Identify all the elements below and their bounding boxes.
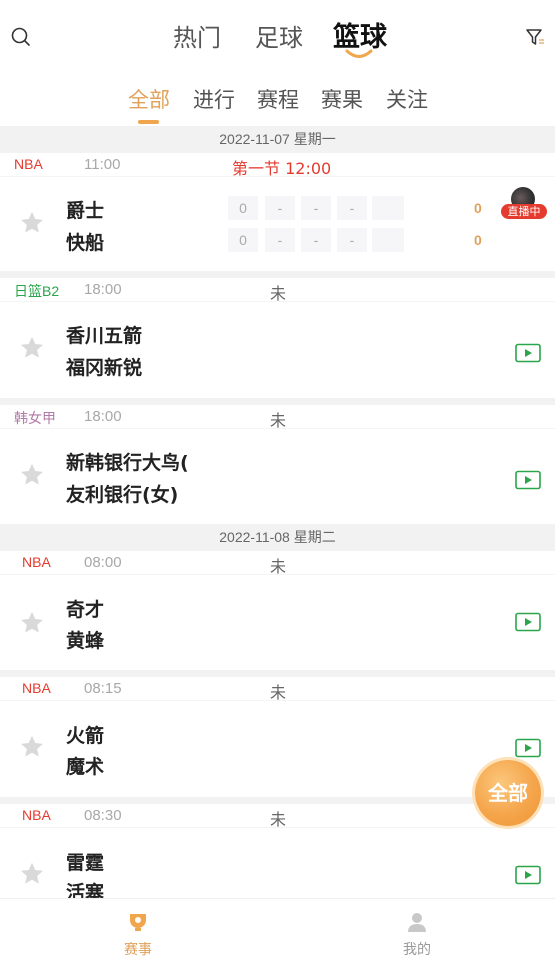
score-q1: 0 bbox=[228, 196, 258, 220]
match-status: 未 bbox=[270, 810, 287, 829]
league-label: NBA bbox=[22, 680, 51, 696]
match-time: 08:00 bbox=[84, 554, 122, 571]
favorite-star-icon[interactable] bbox=[18, 209, 46, 237]
filter-icon[interactable] bbox=[524, 26, 546, 48]
nav-matches[interactable]: 赛事 bbox=[88, 911, 188, 959]
home-team: 爵士 bbox=[66, 200, 105, 222]
nav-mine[interactable]: 我的 bbox=[367, 911, 467, 959]
sport-tabs: 热门 足球 篮球 bbox=[0, 14, 555, 64]
nav-label: 我的 bbox=[403, 942, 431, 958]
home-team: 新韩银行大鸟( bbox=[66, 452, 189, 474]
tab-hot[interactable]: 热门 bbox=[173, 18, 221, 53]
score-ot bbox=[372, 228, 404, 252]
match-status: 未 bbox=[270, 284, 287, 303]
live-badge[interactable]: 直播中 bbox=[501, 204, 547, 219]
bottom-nav: 赛事 我的 bbox=[0, 898, 555, 972]
away-team: 黄蜂 bbox=[66, 630, 105, 652]
match-row[interactable]: NBA 08:00 未 奇才 黄蜂 bbox=[0, 551, 555, 677]
top-bar: 热门 足球 篮球 bbox=[0, 0, 555, 70]
match-meta: NBA 11:00 第一节 12:00 bbox=[0, 153, 555, 178]
match-time: 18:00 bbox=[84, 281, 122, 298]
home-team: 雷霆 bbox=[66, 852, 105, 874]
match-meta: 韩女甲 18:00 未 bbox=[0, 405, 555, 430]
nav-label: 赛事 bbox=[124, 942, 152, 958]
match-time: 08:15 bbox=[84, 680, 122, 697]
league-label: NBA bbox=[22, 554, 51, 570]
subtab-results[interactable]: 赛果 bbox=[321, 84, 363, 114]
match-row[interactable]: NBA 08:30 未 雷霆 活塞 bbox=[0, 804, 555, 904]
away-team: 友利银行(女) bbox=[66, 484, 179, 506]
match-row[interactable]: NBA 08:15 未 火箭 魔术 bbox=[0, 677, 555, 804]
match-status: 未 bbox=[270, 411, 287, 430]
match-status: 第一节 12:00 bbox=[232, 159, 332, 178]
favorite-star-icon[interactable] bbox=[18, 860, 46, 888]
favorite-star-icon[interactable] bbox=[18, 609, 46, 637]
league-label: NBA bbox=[14, 156, 43, 172]
away-total: 0 bbox=[474, 232, 482, 248]
match-time: 18:00 bbox=[84, 408, 122, 425]
subtab-live[interactable]: 进行 bbox=[193, 84, 235, 114]
match-meta: NBA 08:15 未 bbox=[0, 677, 555, 702]
score-q3: - bbox=[301, 196, 331, 220]
home-team: 火箭 bbox=[66, 725, 105, 747]
match-meta: 日篮B2 18:00 未 bbox=[0, 278, 555, 303]
float-all-button[interactable]: 全部 bbox=[475, 760, 541, 826]
score-q4: - bbox=[337, 228, 367, 252]
match-row[interactable]: 韩女甲 18:00 未 新韩银行大鸟( 友利银行(女) bbox=[0, 405, 555, 524]
match-time: 08:30 bbox=[84, 807, 122, 824]
video-icon[interactable] bbox=[515, 612, 541, 632]
subtab-following[interactable]: 关注 bbox=[386, 84, 428, 114]
trophy-icon bbox=[130, 914, 146, 931]
match-meta: NBA 08:30 未 bbox=[0, 804, 555, 829]
match-meta: NBA 08:00 未 bbox=[0, 551, 555, 576]
away-team: 魔术 bbox=[66, 756, 105, 778]
match-time: 11:00 bbox=[84, 156, 121, 173]
subtab-schedule[interactable]: 赛程 bbox=[257, 84, 299, 114]
score-ot bbox=[372, 196, 404, 220]
score-q2: - bbox=[265, 228, 295, 252]
home-team: 香川五箭 bbox=[66, 325, 143, 347]
subtab-all[interactable]: 全部 bbox=[128, 84, 170, 114]
favorite-star-icon[interactable] bbox=[18, 461, 46, 489]
favorite-star-icon[interactable] bbox=[18, 733, 46, 761]
score-q3: - bbox=[301, 228, 331, 252]
tab-football[interactable]: 足球 bbox=[255, 18, 303, 53]
score-q2: - bbox=[265, 196, 295, 220]
league-label: 韩女甲 bbox=[14, 410, 56, 426]
match-row[interactable]: 日篮B2 18:00 未 香川五箭 福冈新锐 bbox=[0, 278, 555, 405]
score-q4: - bbox=[337, 196, 367, 220]
match-status: 未 bbox=[270, 557, 287, 576]
score-q1: 0 bbox=[228, 228, 258, 252]
away-team: 福冈新锐 bbox=[66, 357, 143, 379]
user-icon bbox=[408, 913, 426, 932]
status-tabs: 全部 进行 赛程 赛果 关注 bbox=[0, 80, 555, 126]
video-icon[interactable] bbox=[515, 470, 541, 490]
video-icon[interactable] bbox=[515, 738, 541, 758]
subtab-underline bbox=[138, 120, 159, 124]
match-row[interactable]: NBA 11:00 第一节 12:00 爵士 快船 0 - - - 0 - - … bbox=[0, 153, 555, 278]
date-header: 2022-11-07 星期一 bbox=[0, 126, 555, 153]
league-label: NBA bbox=[22, 807, 51, 823]
video-icon[interactable] bbox=[515, 343, 541, 363]
favorite-star-icon[interactable] bbox=[18, 334, 46, 362]
active-tab-indicator bbox=[345, 49, 373, 58]
match-status: 未 bbox=[270, 683, 287, 702]
video-icon[interactable] bbox=[515, 865, 541, 885]
home-team: 奇才 bbox=[66, 599, 105, 621]
match-list: 2022-11-07 星期一 NBA 11:00 第一节 12:00 爵士 快船… bbox=[0, 126, 555, 904]
away-team: 快船 bbox=[66, 232, 105, 254]
home-total: 0 bbox=[474, 200, 482, 216]
date-header: 2022-11-08 星期二 bbox=[0, 524, 555, 551]
league-label: 日篮B2 bbox=[14, 283, 60, 299]
